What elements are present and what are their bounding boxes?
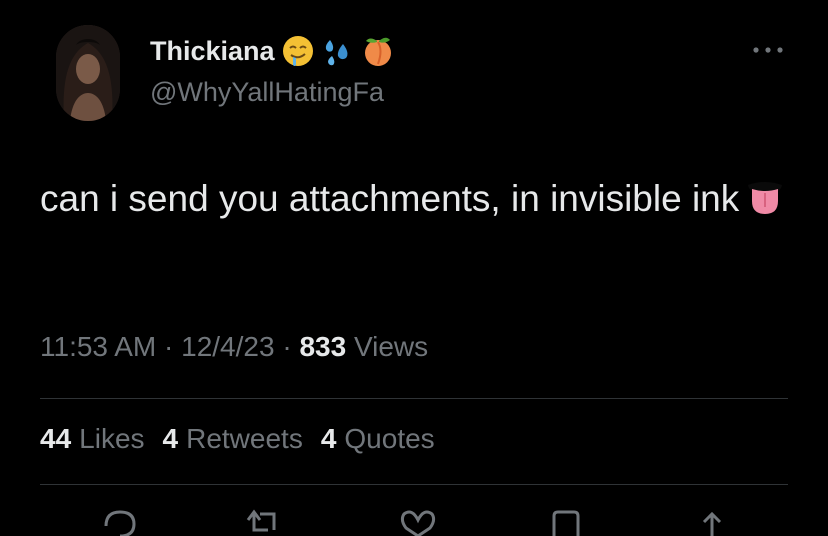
likes-count: 44 — [40, 423, 72, 454]
quotes-label: Quotes — [344, 423, 435, 454]
divider — [40, 398, 788, 399]
views-label[interactable]: Views — [354, 331, 428, 362]
retweets-stat[interactable]: 4 Retweets — [163, 423, 303, 455]
likes-label: Likes — [79, 423, 145, 454]
reply-icon[interactable] — [100, 506, 140, 536]
author-display-name[interactable]: Thickiana — [150, 36, 275, 67]
author-handle[interactable]: @WhyYallHatingFa — [150, 77, 384, 108]
views-count[interactable]: 833 — [299, 331, 346, 362]
avatar[interactable] — [56, 25, 120, 121]
divider — [40, 484, 788, 485]
bookmark-icon[interactable] — [546, 506, 586, 536]
tweet-meta: 11:53 AM · 12/4/23 · 833 Views — [40, 331, 428, 363]
drooling-face-emoji-icon — [282, 36, 313, 66]
tweet-text-content: can i send you attachments, in invisible… — [40, 178, 740, 219]
retweet-icon[interactable] — [244, 506, 284, 536]
tweet-time[interactable]: 11:53 AM — [40, 331, 156, 362]
quotes-stat[interactable]: 4 Quotes — [321, 423, 435, 455]
tongue-emoji-icon — [748, 182, 783, 214]
avatar-photo — [56, 25, 120, 121]
tweet-stats: 44 Likes 4 Retweets 4 Quotes — [40, 423, 435, 455]
retweets-count: 4 — [162, 423, 179, 454]
tweet-text: can i send you attachments, in invisible… — [40, 170, 800, 228]
quotes-count: 4 — [320, 423, 337, 454]
share-icon[interactable] — [692, 506, 732, 536]
author-display-name-row[interactable]: Thickiana — [150, 34, 395, 68]
likes-stat[interactable]: 44 Likes — [40, 423, 145, 455]
tweet-date[interactable]: 12/4/23 — [181, 331, 274, 362]
like-icon[interactable] — [398, 506, 438, 536]
meta-separator: · — [282, 331, 292, 362]
sweat-droplets-emoji-icon — [325, 40, 348, 66]
more-options-icon[interactable] — [752, 42, 784, 58]
meta-separator: · — [164, 331, 174, 362]
retweets-label: Retweets — [186, 423, 303, 454]
peach-emoji-icon — [364, 37, 391, 66]
